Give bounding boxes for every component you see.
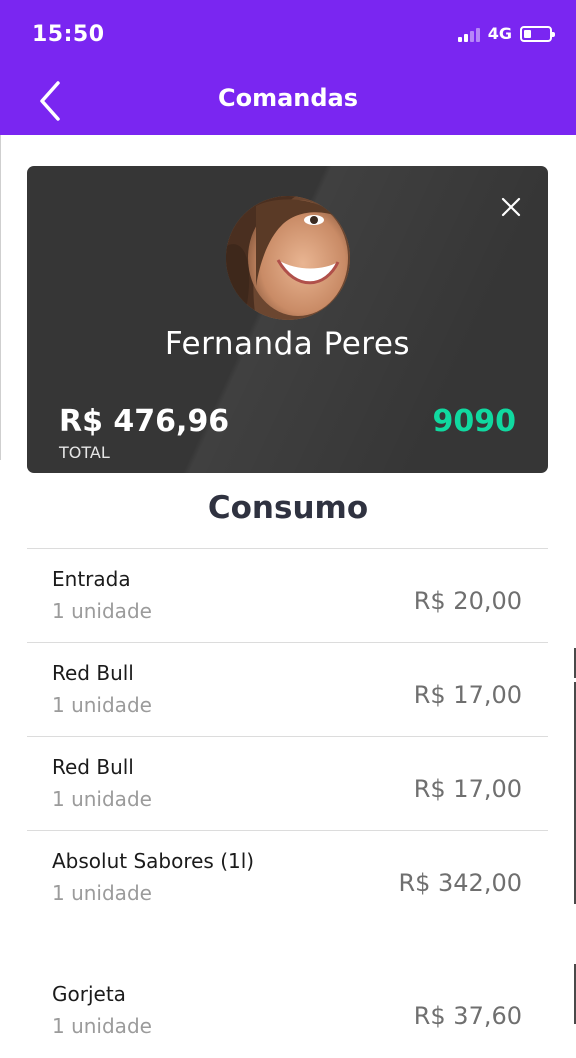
item-name: Red Bull	[52, 661, 134, 685]
list-item: Red Bull 1 unidade R$ 17,00	[27, 642, 548, 736]
item-price: R$ 37,60	[413, 1002, 522, 1030]
signal-icon	[457, 26, 480, 42]
item-price: R$ 20,00	[413, 587, 522, 615]
item-price: R$ 342,00	[398, 869, 522, 897]
item-name: Entrada	[52, 567, 131, 591]
item-price: R$ 17,00	[413, 681, 522, 709]
app-header: 15:50 4G Comandas	[0, 0, 576, 135]
page-title: Comandas	[217, 84, 359, 112]
list-item: Gorjeta 1 unidade R$ 37,60	[27, 964, 548, 1058]
list-item: Red Bull 1 unidade R$ 17,00	[27, 736, 548, 830]
item-quantity: 1 unidade	[52, 881, 152, 905]
item-quantity: 1 unidade	[52, 693, 152, 717]
item-price: R$ 17,00	[413, 775, 522, 803]
item-quantity: 1 unidade	[52, 1014, 152, 1038]
battery-icon	[520, 25, 555, 42]
list-item: Absolut Sabores (1l) 1 unidade R$ 342,00	[27, 830, 548, 924]
status-time: 15:50	[32, 22, 105, 47]
close-button[interactable]	[498, 194, 524, 220]
divider	[0, 135, 1, 460]
close-icon	[501, 197, 521, 217]
item-name: Gorjeta	[52, 982, 126, 1006]
item-name: Absolut Sabores (1l)	[52, 849, 255, 873]
customer-name: Fernanda Peres	[164, 326, 411, 362]
section-title: Consumo	[207, 490, 369, 526]
consumption-list: Entrada 1 unidade R$ 20,00 Red Bull 1 un…	[27, 548, 548, 1058]
tab-code: 9090	[432, 404, 517, 439]
total-value: R$ 476,96	[59, 404, 230, 439]
list-item: Entrada 1 unidade R$ 20,00	[27, 548, 548, 642]
tab-card: Fernanda Peres R$ 476,96 TOTAL 9090	[27, 166, 548, 473]
item-quantity: 1 unidade	[52, 787, 152, 811]
network-label: 4G	[487, 24, 512, 43]
avatar	[226, 196, 350, 320]
item-quantity: 1 unidade	[52, 599, 152, 623]
total-label: TOTAL	[59, 443, 110, 462]
status-indicators: 4G	[457, 24, 555, 43]
item-name: Red Bull	[52, 755, 134, 779]
